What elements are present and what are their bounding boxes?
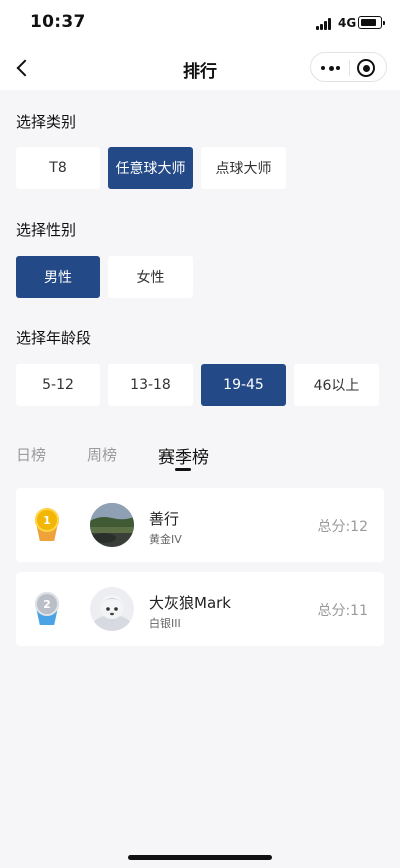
ranking-page: 10:37 4G 排行 选择类别 T8 任意球大师 点球大师 选择性别 男性 女… bbox=[0, 0, 400, 868]
player-level: 黄金IV bbox=[149, 533, 182, 546]
capsule-divider bbox=[349, 60, 350, 76]
avatar[interactable] bbox=[90, 503, 134, 547]
gender-option-female[interactable]: 女性 bbox=[108, 256, 193, 298]
close-icon[interactable] bbox=[357, 59, 375, 77]
gold-medal-icon: 1 bbox=[34, 508, 60, 542]
signal-icon bbox=[316, 18, 334, 30]
player-level: 白银III bbox=[149, 617, 181, 630]
ranking-row[interactable]: 1 善行 黄金IV 总分:12 bbox=[16, 488, 384, 562]
ranking-row[interactable]: 2 大灰狼Mark 白银III 总分:11 bbox=[16, 572, 384, 646]
player-score: 总分:11 bbox=[317, 603, 368, 619]
tab-weekly[interactable]: 周榜 bbox=[87, 444, 117, 465]
category-option-t8[interactable]: T8 bbox=[16, 147, 100, 189]
category-option-free-kick-master[interactable]: 任意球大师 bbox=[108, 147, 193, 189]
more-icon[interactable] bbox=[319, 60, 343, 76]
home-indicator bbox=[128, 855, 272, 860]
status-time: 10:37 bbox=[30, 12, 86, 32]
player-name: 善行 bbox=[149, 510, 180, 528]
tab-season[interactable]: 赛季榜 bbox=[158, 443, 209, 468]
age-option-46-plus[interactable]: 46以上 bbox=[294, 364, 379, 406]
category-option-penalty-master[interactable]: 点球大师 bbox=[201, 147, 286, 189]
gender-title: 选择性别 bbox=[16, 221, 77, 239]
tab-daily[interactable]: 日榜 bbox=[16, 444, 46, 465]
battery-icon bbox=[358, 16, 385, 29]
age-option-5-12[interactable]: 5-12 bbox=[16, 364, 100, 406]
network-type: 4G bbox=[338, 16, 357, 30]
silver-medal-icon: 2 bbox=[34, 592, 60, 626]
age-option-19-45[interactable]: 19-45 bbox=[201, 364, 286, 406]
mini-program-capsule bbox=[310, 52, 387, 82]
active-tab-indicator bbox=[175, 468, 191, 471]
player-name: 大灰狼Mark bbox=[149, 594, 231, 612]
category-title: 选择类别 bbox=[16, 113, 77, 131]
gender-option-male[interactable]: 男性 bbox=[16, 256, 100, 298]
status-bar: 10:37 4G bbox=[0, 0, 400, 46]
age-option-13-18[interactable]: 13-18 bbox=[108, 364, 193, 406]
age-title: 选择年龄段 bbox=[16, 329, 92, 347]
avatar[interactable] bbox=[90, 587, 134, 631]
player-score: 总分:12 bbox=[317, 519, 368, 535]
nav-bar: 排行 bbox=[0, 46, 400, 90]
